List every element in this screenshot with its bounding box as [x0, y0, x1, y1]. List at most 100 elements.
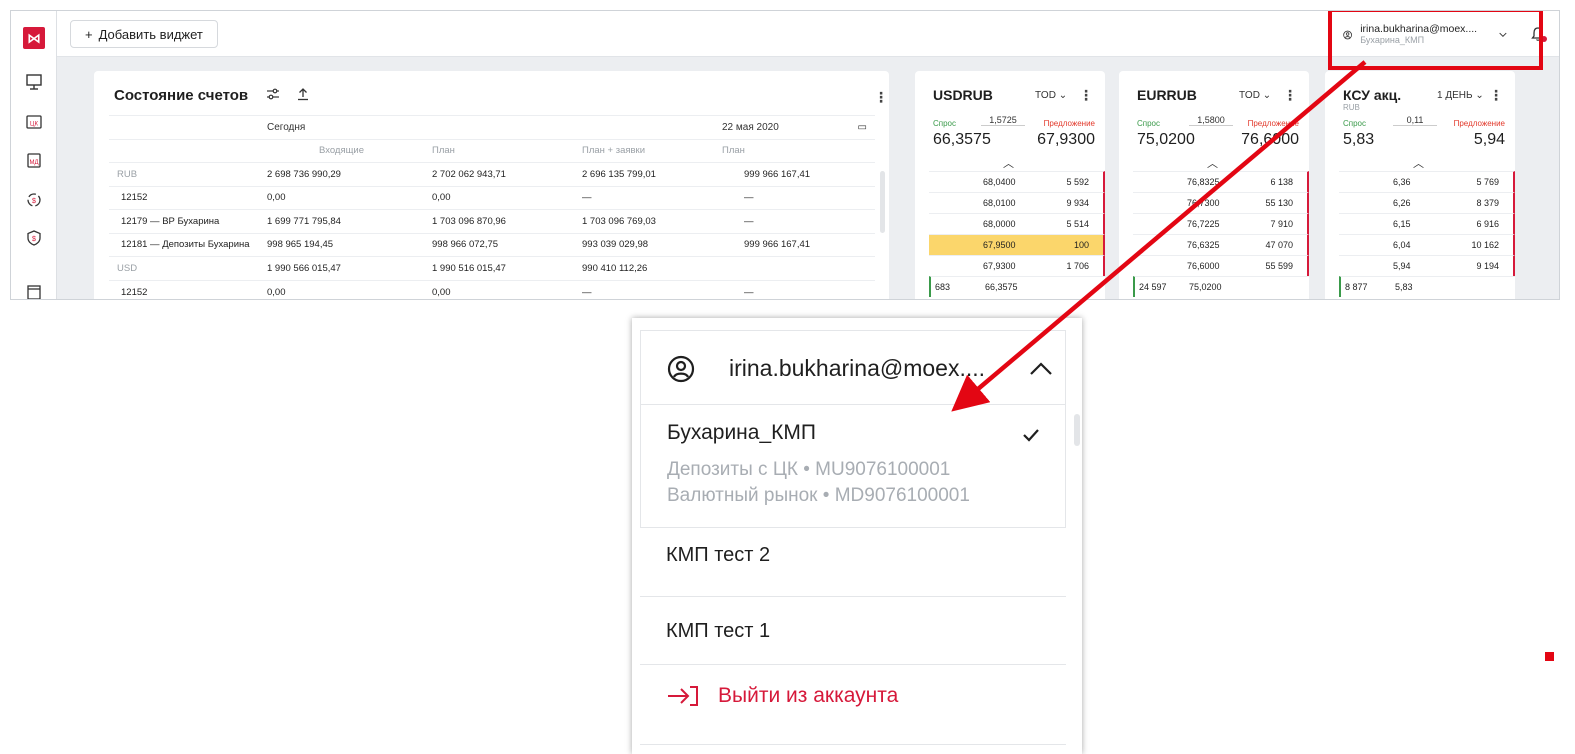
order-book-row[interactable]: 68,0400 5 592 — [929, 171, 1105, 192]
instrument-more-icon[interactable]: ⋮ — [1283, 87, 1297, 104]
term-selector[interactable]: 1 ДЕНЬ ⌄ — [1437, 90, 1484, 101]
table-row[interactable]: 12179 — ВР Бухарина 1 699 771 795,84 1 703… — [109, 209, 875, 233]
column-plan: План — [424, 138, 574, 163]
svg-text:$: $ — [32, 236, 36, 243]
order-book-row[interactable]: 67,9300 1 706 — [929, 255, 1105, 276]
table-row[interactable]: 12152 0,00 0,00— — — [109, 185, 875, 210]
md-icon[interactable]: МД — [25, 151, 43, 169]
accounts-more-icon[interactable]: ⋮ — [874, 89, 888, 106]
term-selector[interactable]: TOD ⌄ — [1239, 90, 1271, 101]
order-book-row[interactable]: 6,04 10 162 — [1339, 234, 1515, 255]
best-bid[interactable]: 66,3575 — [933, 131, 991, 149]
sidebar: ⋈ ЦК МД $ $ — [11, 11, 57, 299]
price: 5,94 — [1393, 261, 1411, 271]
best-bid[interactable]: 75,0200 — [1137, 131, 1195, 149]
order-book-row[interactable]: 8 877 5,83 — [1339, 276, 1515, 297]
dropdown-header[interactable]: irina.bukharina@moex.... — [640, 330, 1066, 404]
account-value-cell: 2 696 135 799,01 — [574, 162, 714, 186]
account-value-cell: — — [714, 279, 875, 299]
active-account-name: Бухарина_КМП — [667, 421, 816, 444]
upload-icon[interactable] — [296, 87, 310, 101]
settings-sliders-icon[interactable] — [266, 87, 280, 101]
ask-volume: 47 070 — [1265, 240, 1293, 250]
add-widget-label: Добавить виджет — [98, 26, 203, 42]
price: 76,6325 — [1187, 240, 1220, 250]
price: 68,0400 — [983, 177, 1016, 187]
table-row[interactable]: USD 1 990 566 015,47 1 990 516 015,47 990 4… — [109, 256, 875, 280]
calendar-small-icon[interactable]: ▭ — [858, 122, 867, 133]
account-item-kmp-test-1[interactable]: КМП тест 1 — [666, 620, 770, 643]
bid-label: Спрос — [1343, 119, 1367, 128]
account-name-cell: USD — [109, 256, 259, 280]
instrument-title: USDRUB — [933, 87, 993, 103]
bid-volume: 683 — [935, 282, 951, 292]
order-book-row[interactable]: 683 66,3575 — [929, 276, 1105, 297]
dropdown-email: irina.bukharina@moex.... — [729, 355, 986, 381]
accounts-scrollbar[interactable] — [880, 171, 885, 233]
currency-exchange-icon[interactable]: $ — [25, 191, 43, 209]
account-value-cell: 999 966 167,41 — [714, 162, 875, 186]
price: 67,9500 — [983, 240, 1016, 250]
check-icon — [1023, 429, 1039, 442]
chevron-up-icon[interactable]: ︿ — [1413, 155, 1424, 171]
svg-text:МД: МД — [29, 160, 38, 166]
svg-text:$: $ — [32, 198, 36, 205]
order-book-row[interactable]: 6,36 5 769 — [1339, 171, 1515, 192]
account-value-cell: 999 966 167,41 — [714, 232, 875, 257]
ask-volume: 1 706 — [1066, 261, 1089, 271]
dropdown-scrollbar[interactable] — [1074, 414, 1080, 446]
ask-volume: 7 910 — [1270, 219, 1293, 229]
price: 76,7300 — [1187, 198, 1220, 208]
term-selector[interactable]: TOD ⌄ — [1035, 90, 1067, 101]
table-row[interactable]: RUB 2 698 736 990,29 2 702 062 943,71 2 696… — [109, 162, 875, 186]
order-book-row[interactable]: 24 597 75,0200 — [1133, 276, 1309, 297]
instrument-more-icon[interactable]: ⋮ — [1489, 87, 1503, 104]
logout-button[interactable]: Выйти из аккаунта — [666, 684, 898, 708]
chevron-up-icon[interactable]: ︿ — [1003, 155, 1014, 171]
ask-volume: 100 — [1073, 240, 1089, 250]
order-book-row[interactable]: 76,7300 55 130 — [1133, 192, 1309, 213]
order-book-row[interactable]: 6,26 8 379 — [1339, 192, 1515, 213]
calendar-icon[interactable] — [25, 283, 43, 299]
account-value-cell: 998 965 194,45 — [259, 232, 424, 257]
column-date[interactable]: 22 мая 2020 ▭ — [714, 115, 875, 139]
shield-dollar-icon[interactable]: $ — [25, 229, 43, 247]
order-book-row[interactable]: 67,9500 100 — [929, 234, 1105, 255]
ask-volume: 55 130 — [1265, 198, 1293, 208]
user-dropdown-panel: irina.bukharina@moex.... Бухарина_КМП Де… — [632, 318, 1082, 754]
price: 6,15 — [1393, 219, 1411, 229]
order-book-row[interactable]: 76,6000 55 599 — [1133, 255, 1309, 276]
best-bid[interactable]: 5,83 — [1343, 131, 1374, 149]
logout-label: Выйти из аккаунта — [718, 684, 899, 707]
best-ask[interactable]: 5,94 — [1474, 131, 1505, 149]
best-ask[interactable]: 67,9300 — [1037, 131, 1095, 149]
account-item-kmp-test-2[interactable]: КМП тест 2 — [666, 544, 770, 567]
order-book-row[interactable]: 5,94 9 194 — [1339, 255, 1515, 276]
instrument-title: EURRUB — [1137, 87, 1197, 103]
order-book-row[interactable]: 68,0100 9 934 — [929, 192, 1105, 213]
chevron-up-icon[interactable]: ︿ — [1207, 155, 1218, 171]
order-book-row[interactable]: 76,8325 6 138 — [1133, 171, 1309, 192]
annotation-highlight-box — [1328, 11, 1543, 70]
active-account-item[interactable]: Бухарина_КМП Депозиты с ЦК • MU907610000… — [640, 404, 1066, 528]
add-widget-button[interactable]: + Добавить виджет — [70, 20, 218, 48]
ck-icon[interactable]: ЦК — [25, 113, 43, 131]
ask-label: Предложение — [1043, 119, 1095, 128]
order-book-row[interactable]: 6,15 6 916 — [1339, 213, 1515, 234]
table-row[interactable]: 12181 — Депозиты Бухарина 998 965 194,45 9… — [109, 232, 875, 257]
best-ask[interactable]: 76,6000 — [1241, 131, 1299, 149]
price: 6,36 — [1393, 177, 1411, 187]
chevron-up-icon[interactable] — [1029, 361, 1053, 377]
account-value-cell: 0,00 — [424, 279, 574, 299]
order-book-row[interactable]: 76,7225 7 910 — [1133, 213, 1309, 234]
instrument-more-icon[interactable]: ⋮ — [1079, 87, 1093, 104]
account-value-cell: 0,00 — [259, 185, 424, 210]
order-book-row[interactable]: 76,6325 47 070 — [1133, 234, 1309, 255]
dashboard-icon[interactable] — [25, 73, 43, 91]
table-row[interactable]: 12152 0,00 0,00— — — [109, 279, 875, 299]
price: 6,26 — [1393, 198, 1411, 208]
order-book-row[interactable]: 68,0000 5 514 — [929, 213, 1105, 234]
divider — [640, 744, 1066, 745]
instrument-currency: RUB — [1343, 103, 1360, 112]
ask-volume: 55 599 — [1265, 261, 1293, 271]
